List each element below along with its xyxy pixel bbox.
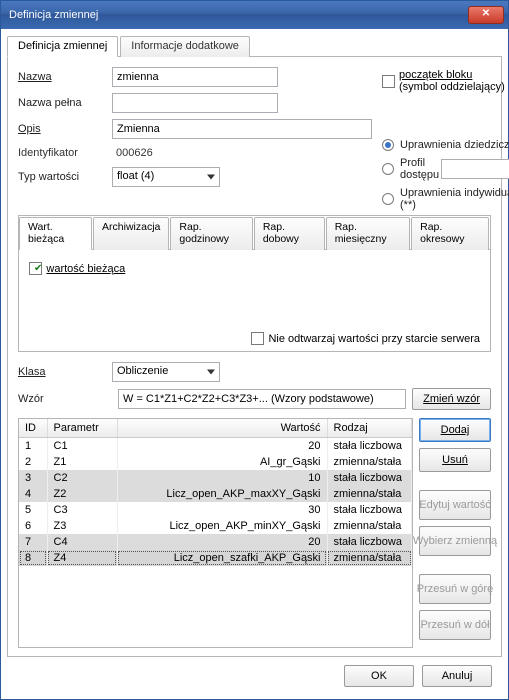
typ-combo[interactable]: float (4) [112, 167, 220, 187]
cancel-button[interactable]: Anuluj [422, 665, 492, 687]
edit-value-button[interactable]: Edytuj wartość [419, 490, 491, 520]
no-restore-label: Nie odtwarzaj wartości przy starcie serw… [268, 333, 480, 345]
window-frame: Definicja zmiennej ✕ Definicja zmiennej … [0, 0, 509, 700]
add-button[interactable]: Dodaj [419, 418, 491, 442]
table-row[interactable]: 4Z2Licz_open_AKP_maxXY_Gąskizmienna/stał… [19, 486, 412, 502]
client-area: Definicja zmiennej Informacje dodatkowe … [1, 29, 508, 699]
inner-tab-dobowy[interactable]: Rap. dobowy [254, 217, 325, 250]
col-id[interactable]: ID [19, 419, 47, 438]
checkmark-icon: ✔ [34, 263, 42, 274]
perm-profile-radio[interactable] [382, 163, 394, 175]
dialog-buttons: OK Anuluj [7, 657, 502, 695]
inner-tab-mies[interactable]: Rap. miesięczny [326, 217, 410, 250]
perm-inherited-radio[interactable] [382, 139, 394, 151]
opis-label: Opis [18, 123, 112, 135]
perm-individual-label: Uprawnienia indywidualne (**) [400, 187, 509, 211]
move-down-button[interactable]: Przesuń w dół [419, 610, 491, 640]
move-up-button[interactable]: Przesuń w górę [419, 574, 491, 604]
perm-inherited-label: Uprawnienia dziedziczone (*) [400, 139, 509, 151]
wzor-input[interactable] [118, 389, 406, 409]
ident-label: Identyfikator [18, 147, 112, 159]
inner-tab-godz[interactable]: Rap. godzinowy [170, 217, 252, 250]
col-param[interactable]: Parametr [47, 419, 117, 438]
inner-frame: Wart. bieżąca Archiwizacja Rap. godzinow… [18, 215, 491, 352]
table-row[interactable]: 8Z4Licz_open_szafki_AKP_Gąskizmienna/sta… [19, 550, 412, 566]
typ-label: Typ wartości [18, 171, 112, 183]
klasa-label: Klasa [18, 366, 112, 378]
col-value[interactable]: Wartość [117, 419, 327, 438]
nazwa-pelna-input[interactable] [112, 93, 278, 113]
tab-definicja[interactable]: Definicja zmiennej [7, 36, 118, 57]
nazwa-pelna-label: Nazwa pełna [18, 97, 112, 109]
table-row[interactable]: 6Z3Licz_open_AKP_minXY_Gąskizmienna/stał… [19, 518, 412, 534]
outer-tabs: Definicja zmiennej Informacje dodatkowe [7, 35, 502, 57]
titlebar[interactable]: Definicja zmiennej ✕ [1, 1, 508, 29]
klasa-combo[interactable]: Obliczenie [112, 362, 220, 382]
tab-informacje[interactable]: Informacje dodatkowe [120, 36, 250, 57]
inner-tabs: Wart. bieżąca Archiwizacja Rap. godzinow… [19, 216, 490, 250]
table-row[interactable]: 5C330stała liczbowa [19, 502, 412, 518]
perm-profile-label: Profil dostępu [400, 157, 439, 181]
ok-button[interactable]: OK [344, 665, 414, 687]
no-restore-checkbox[interactable] [251, 332, 264, 345]
close-button[interactable]: ✕ [468, 6, 504, 24]
tab-content: Nazwa Nazwa pełna Opis Identyfikator 000… [7, 57, 502, 657]
start-block-checkbox[interactable] [382, 75, 395, 88]
opis-input[interactable] [112, 119, 372, 139]
inner-tab-arch[interactable]: Archiwizacja [93, 217, 169, 250]
window-title: Definicja zmiennej [9, 9, 98, 21]
perm-individual-radio[interactable] [382, 193, 394, 205]
zmien-wzor-button[interactable]: Zmień wzór [412, 388, 491, 410]
inner-tab-okres[interactable]: Rap. okresowy [411, 217, 489, 250]
table-row[interactable]: 3C210stała liczbowa [19, 470, 412, 486]
table-row[interactable]: 1C120stała liczbowa [19, 438, 412, 455]
wzor-label: Wzór [18, 393, 112, 405]
select-variable-button[interactable]: Wybierz zmienną [419, 526, 491, 556]
table-row[interactable]: 2Z1AI_gr_Gąskizmienna/stała [19, 454, 412, 470]
ident-value: 000626 [112, 145, 157, 161]
delete-button[interactable]: Usuń [419, 448, 491, 472]
nazwa-label: Nazwa [18, 71, 112, 83]
params-grid[interactable]: ID Parametr Wartość Rodzaj 1C120stała li… [18, 418, 413, 648]
inner-tab-biezaca[interactable]: Wart. bieżąca [19, 217, 92, 250]
perm-profile-input[interactable] [441, 159, 509, 179]
nazwa-input[interactable] [112, 67, 278, 87]
start-block-label: początek bloku (symbol oddzielający) [399, 69, 505, 93]
wartosc-biezaca-label: wartość bieżąca [46, 263, 125, 275]
grid-side-buttons: Dodaj Usuń Edytuj wartość Wybierz zmienn… [419, 418, 491, 648]
table-row[interactable]: 7C420stała liczbowa [19, 534, 412, 550]
col-kind[interactable]: Rodzaj [327, 419, 412, 438]
